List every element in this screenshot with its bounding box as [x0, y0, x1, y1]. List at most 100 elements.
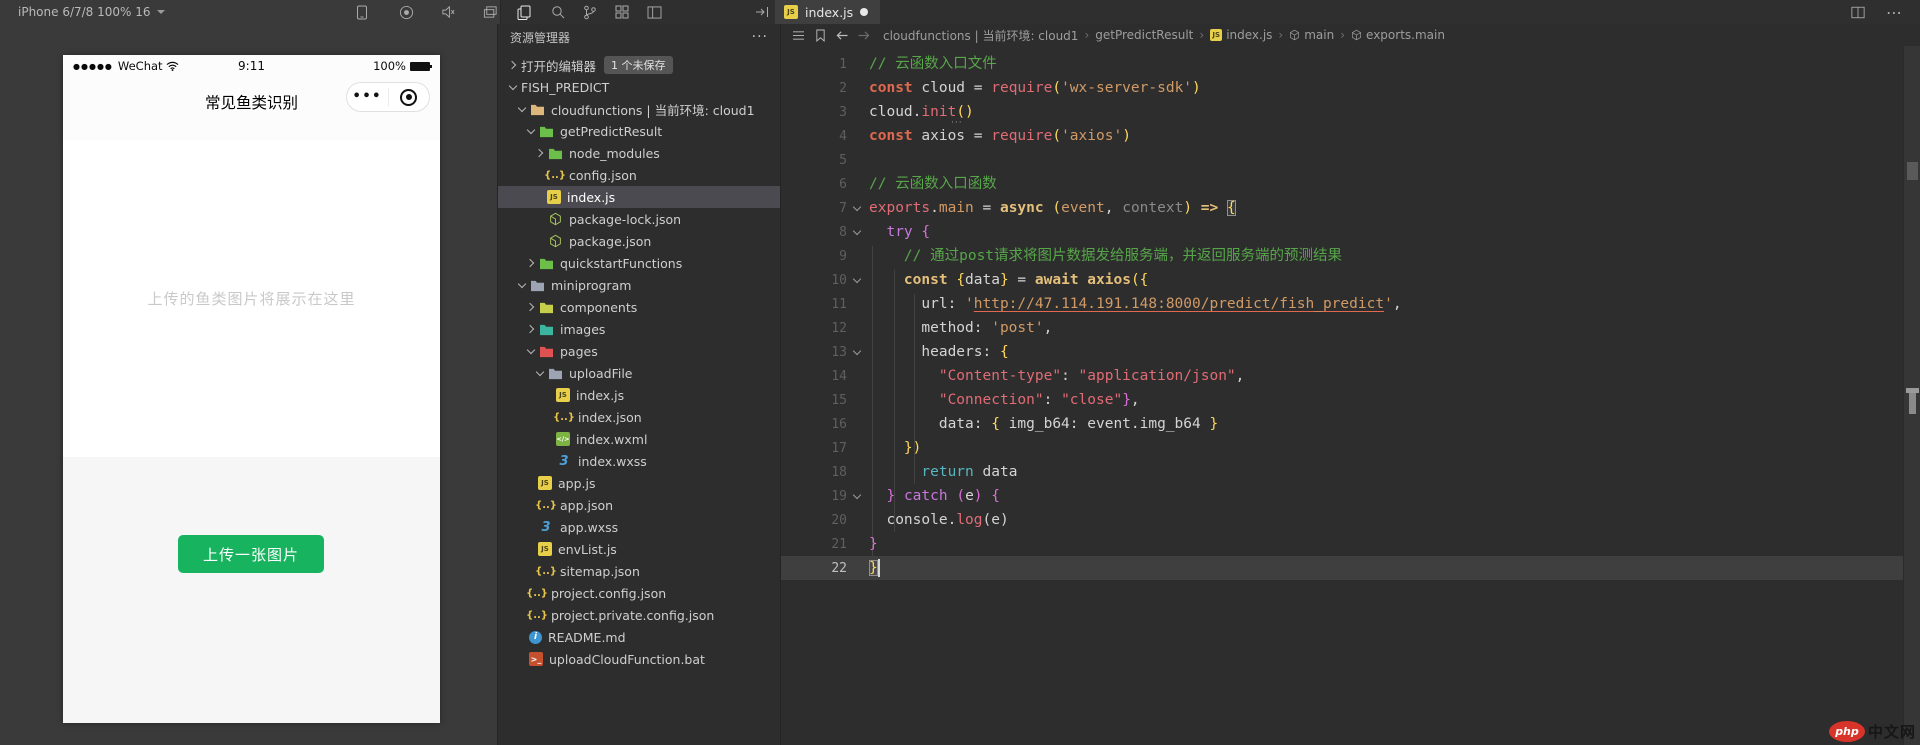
code-line-10[interactable]: 10 const {data} = await axios({ — [781, 268, 1903, 292]
chevron-down-icon[interactable] — [515, 102, 529, 116]
code-line-6[interactable]: 6 // 云函数入口函数 — [781, 172, 1903, 196]
git-branch-icon[interactable] — [578, 0, 602, 24]
tree-item-app.json[interactable]: {..} app.json — [498, 494, 780, 516]
files-icon[interactable] — [512, 0, 536, 24]
tree-item-cloudfunctions-cloud1[interactable]: cloudfunctions | 当前环境: cloud1 — [498, 98, 780, 120]
layout-icon[interactable] — [642, 0, 666, 24]
fold-chevron-icon[interactable] — [847, 220, 869, 244]
tree-item-images[interactable]: images — [498, 318, 780, 340]
tree-item-index.js[interactable]: JS index.js — [498, 186, 780, 208]
code-line-18[interactable]: 18 return data — [781, 460, 1903, 484]
editor-scrollbar[interactable] — [1903, 46, 1920, 745]
code-line-17[interactable]: 17 }) — [781, 436, 1903, 460]
chevron-down-icon[interactable] — [506, 80, 520, 94]
chevron-down-icon[interactable] — [524, 344, 538, 358]
chevron-down-icon[interactable] — [524, 124, 538, 138]
code-line-2[interactable]: 2 const cloud = require('wx-server-sdk') — [781, 76, 1903, 100]
capsule-close-button[interactable] — [389, 83, 430, 111]
fold-chevron-icon[interactable] — [847, 484, 869, 508]
code-line-12[interactable]: 12 method: 'post', — [781, 316, 1903, 340]
breadcrumb-item-getpredictresult[interactable]: getPredictResult — [1095, 28, 1193, 42]
code-line-13[interactable]: 13 headers: { — [781, 340, 1903, 364]
windows-icon[interactable] — [478, 0, 502, 24]
tree-item-index.json[interactable]: {..} index.json — [498, 406, 780, 428]
code-line-5[interactable]: 5 — [781, 148, 1903, 172]
fold-chevron-icon[interactable] — [847, 268, 869, 292]
tree-item-package-lock.json[interactable]: package-lock.json — [498, 208, 780, 230]
code-line-9[interactable]: 9 // 通过post请求将图片数据发给服务端，并返回服务端的预测结果 — [781, 244, 1903, 268]
explorer-actions-icon[interactable]: ··· — [752, 29, 768, 45]
code-line-15[interactable]: 15 "Connection": "close"}, — [781, 388, 1903, 412]
folder-icon — [547, 146, 563, 161]
tree-item-sitemap.json[interactable]: {..} sitemap.json — [498, 560, 780, 582]
code-line-19[interactable]: 19 } catch (e) { — [781, 484, 1903, 508]
extensions-icon[interactable] — [610, 0, 634, 24]
code-line-11[interactable]: 11 url: 'http://47.114.191.148:8000/pred… — [781, 292, 1903, 316]
device-selector[interactable]: iPhone 6/7/8 100% 16 — [18, 0, 165, 24]
tree-item-quickstartfunctions[interactable]: quickstartFunctions — [498, 252, 780, 274]
tree-item-index.wxss[interactable]: 3 index.wxss — [498, 450, 780, 472]
record-icon[interactable] — [394, 0, 418, 24]
tree-item-uploadfile[interactable]: uploadFile — [498, 362, 780, 384]
chevron-right-icon[interactable] — [533, 146, 547, 160]
tree-item-readme.md[interactable]: i README.md — [498, 626, 780, 648]
capsule-more-button[interactable]: ••• — [347, 83, 388, 111]
unsaved-dot-icon[interactable] — [860, 8, 869, 16]
tree-item-components[interactable]: components — [498, 296, 780, 318]
tree-item-config.json[interactable]: {..} config.json — [498, 164, 780, 186]
code-line-16[interactable]: 16 data: { img_b64: event.img_b64 } — [781, 412, 1903, 436]
tree-item-getpredictresult[interactable]: getPredictResult — [498, 120, 780, 142]
breadcrumb-item-cloudfunctions-cloud1[interactable]: cloudfunctions | 当前环境: cloud1 — [883, 27, 1078, 44]
fold-chevron-icon[interactable] — [847, 340, 869, 364]
list-icon[interactable] — [787, 24, 809, 46]
phone-icon[interactable] — [350, 0, 374, 24]
code-line-14[interactable]: 14 "Content-type": "application/json", — [781, 364, 1903, 388]
chevron-right-icon[interactable] — [524, 322, 538, 336]
tree-item-app.js[interactable]: JS app.js — [498, 472, 780, 494]
chevron-down-icon[interactable] — [515, 278, 529, 292]
code-line-3[interactable]: 3 cloud.init() — [781, 100, 1903, 124]
folder-icon — [538, 344, 554, 359]
tree-item-app.wxss[interactable]: 3 app.wxss — [498, 516, 780, 538]
tree-item-project.private.config.json[interactable]: {..} project.private.config.json — [498, 604, 780, 626]
code-line-20[interactable]: 20 console.log(e) — [781, 508, 1903, 532]
collapse-sidebar-icon[interactable] — [750, 0, 774, 24]
tree-item-node_modules[interactable]: node_modules — [498, 142, 780, 164]
open-editors-section[interactable]: 打开的编辑器 1 个未保存 — [498, 54, 780, 76]
tree-item-uploadcloudfunction.bat[interactable]: >_ uploadCloudFunction.bat — [498, 648, 780, 670]
tree-item-envlist.js[interactable]: JS envList.js — [498, 538, 780, 560]
fold-chevron-icon[interactable] — [847, 196, 869, 220]
chevron-down-icon[interactable] — [533, 366, 547, 380]
code-line-4[interactable]: 4 const axios = require('axios') — [781, 124, 1903, 148]
search-icon[interactable] — [546, 0, 570, 24]
tree-item-project.config.json[interactable]: {..} project.config.json — [498, 582, 780, 604]
code-line-8[interactable]: 8 try { — [781, 220, 1903, 244]
bookmark-icon[interactable] — [809, 24, 831, 46]
code-line-7[interactable]: 7 exports.main = async (event, context) =… — [781, 196, 1903, 220]
scrollbar-thumb-stem[interactable] — [1909, 393, 1916, 414]
split-editor-icon[interactable] — [1846, 0, 1870, 24]
chevron-right-icon[interactable] — [524, 256, 538, 270]
code-line-22[interactable]: 22} — [781, 556, 1903, 580]
tree-item-package.json[interactable]: package.json — [498, 230, 780, 252]
arrow-forward-icon[interactable] — [853, 24, 875, 46]
tab-index-js[interactable]: JS index.js — [775, 0, 881, 24]
tree-item-pages[interactable]: pages — [498, 340, 780, 362]
tree-item-fish_predict[interactable]: FISH_PREDICT — [498, 76, 780, 98]
code-line-1[interactable]: 1 // 云函数入口文件 — [781, 52, 1903, 76]
breadcrumb-item-main[interactable]: main — [1289, 28, 1334, 42]
chevron-right-icon[interactable] — [524, 300, 538, 314]
arrow-back-icon[interactable] — [831, 24, 853, 46]
upload-image-button[interactable]: 上传一张图片 — [178, 535, 324, 573]
mute-icon[interactable] — [436, 0, 460, 24]
code-line-21[interactable]: 21} — [781, 532, 1903, 556]
tree-item-miniprogram[interactable]: miniprogram — [498, 274, 780, 296]
tree-item-index.wxml[interactable]: </> index.wxml — [498, 428, 780, 450]
breadcrumb-item-exports.main[interactable]: exports.main — [1351, 28, 1445, 42]
breadcrumb-item-index.js[interactable]: JS index.js — [1210, 28, 1272, 42]
code-editor[interactable]: ··· 1// 云函数入口文件 2 const cloud = require('w… — [781, 46, 1903, 745]
more-icon[interactable]: ⋯ — [1882, 0, 1906, 24]
tree-item-index.js[interactable]: JS index.js — [498, 384, 780, 406]
